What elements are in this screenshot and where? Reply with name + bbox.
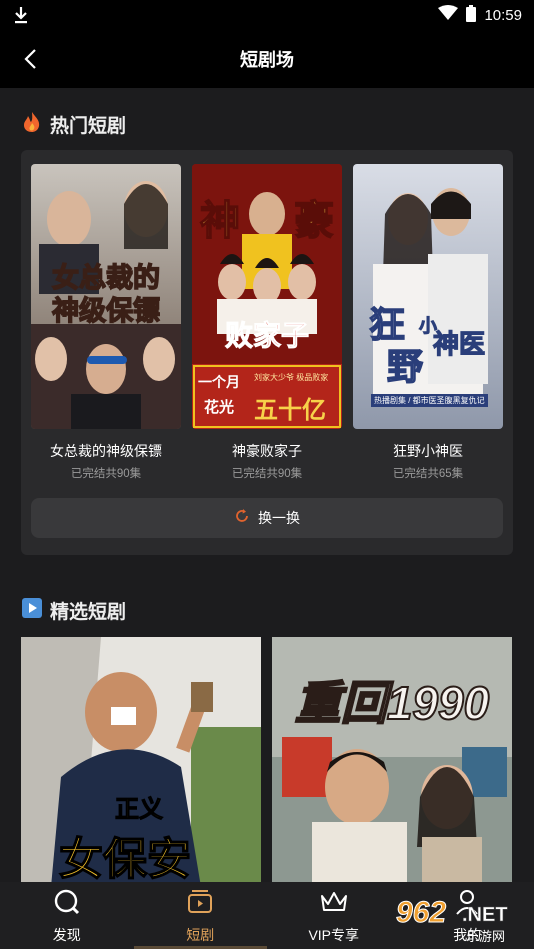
discover-icon bbox=[53, 888, 81, 921]
featured-2-text: 重回1990 bbox=[294, 676, 490, 730]
featured-poster-2[interactable]: 重回1990 bbox=[272, 637, 512, 887]
drama-poster-3[interactable]: 狂 小 野 神医 热播剧集 / 都市医圣腹黑复仇记 bbox=[353, 164, 503, 429]
fire-icon bbox=[22, 111, 42, 138]
refresh-button[interactable]: 换一换 bbox=[31, 498, 503, 538]
drama-title-3[interactable]: 狂野小神医 bbox=[353, 441, 503, 461]
watermark-sub: 乐游网 bbox=[466, 929, 506, 944]
drama-title-1[interactable]: 女总裁的神级保镖 bbox=[31, 441, 181, 461]
tab-vip[interactable]: VIP专享 bbox=[267, 882, 401, 949]
tab-discover-label: 发现 bbox=[52, 927, 81, 943]
featured-section-title: 精选短剧 bbox=[50, 602, 127, 623]
poster-2-tag-2: 花光 bbox=[204, 399, 235, 416]
featured-poster-1[interactable]: 正义 女保安 bbox=[21, 637, 261, 887]
featured-section-header: 精选短剧 bbox=[22, 597, 126, 624]
drama-poster-1[interactable]: 女总裁的 神级保镖 bbox=[31, 164, 181, 429]
tab-drama[interactable]: 短剧 bbox=[133, 882, 268, 949]
tab-discover[interactable]: 发现 bbox=[0, 882, 134, 949]
drama-icon bbox=[186, 888, 214, 921]
hot-section-header: 热门短剧 bbox=[22, 111, 126, 138]
drama-poster-2[interactable]: 神 豪 败家子 一个月 刘家大少爷 极品败家 花光 五十亿 bbox=[192, 164, 342, 429]
poster-2-small: 刘家大少爷 极品败家 bbox=[254, 373, 329, 382]
wifi-icon bbox=[438, 5, 459, 25]
drama-status-1: 已完结共90集 bbox=[70, 468, 142, 480]
nav-bar: 短剧场 bbox=[0, 30, 534, 88]
clock: 10:59 bbox=[484, 6, 522, 24]
drama-status-2: 已完结共90集 bbox=[231, 468, 303, 480]
page-title: 短剧场 bbox=[240, 50, 294, 70]
featured-1-text-1: 正义 bbox=[115, 796, 164, 824]
tab-drama-label: 短剧 bbox=[186, 927, 215, 943]
download-icon bbox=[12, 5, 30, 25]
site-watermark: 962 .NET 乐游网 bbox=[394, 892, 528, 945]
hot-dramas-card: 女总裁的 神级保镖 神 豪 败家子 一个月 刘家大少爷 极品败家 花光 五十亿 … bbox=[21, 150, 513, 555]
poster-3-char-4: 神医 bbox=[432, 328, 486, 359]
drama-title-2[interactable]: 神豪败家子 bbox=[192, 441, 342, 461]
battery-icon bbox=[466, 4, 477, 26]
drama-status-3: 已完结共65集 bbox=[392, 468, 464, 480]
poster-1-text: 女总裁的 神级保镖 bbox=[51, 262, 161, 327]
featured-1-text-2: 女保安 bbox=[58, 834, 192, 885]
poster-2-tag-3: 五十亿 bbox=[254, 397, 326, 424]
watermark-brand: 962 bbox=[395, 896, 447, 930]
play-icon bbox=[22, 598, 42, 623]
back-arrow-icon[interactable] bbox=[20, 47, 44, 71]
poster-2-tag-1: 一个月 bbox=[198, 374, 240, 390]
poster-3-char-3: 野 bbox=[386, 345, 424, 388]
poster-2-char-1: 神 bbox=[199, 198, 241, 244]
status-bar: 10:59 bbox=[0, 0, 534, 30]
refresh-icon bbox=[234, 508, 250, 529]
crown-icon bbox=[319, 888, 349, 921]
refresh-label: 换一换 bbox=[258, 510, 300, 526]
tab-vip-label: VIP专享 bbox=[308, 927, 360, 943]
short-drama-page: 10:59 短剧场 热门短剧 女总裁的 神级保镖 神 豪 败家子 一个月 刘家大… bbox=[0, 0, 534, 949]
poster-2-char-2: 豪 bbox=[293, 198, 335, 244]
watermark-net: .NET bbox=[462, 904, 508, 927]
poster-2-title: 败家子 bbox=[224, 320, 309, 352]
hot-section-title: 热门短剧 bbox=[50, 116, 127, 137]
poster-3-small: 热播剧集 / 都市医圣腹黑复仇记 bbox=[371, 394, 488, 407]
